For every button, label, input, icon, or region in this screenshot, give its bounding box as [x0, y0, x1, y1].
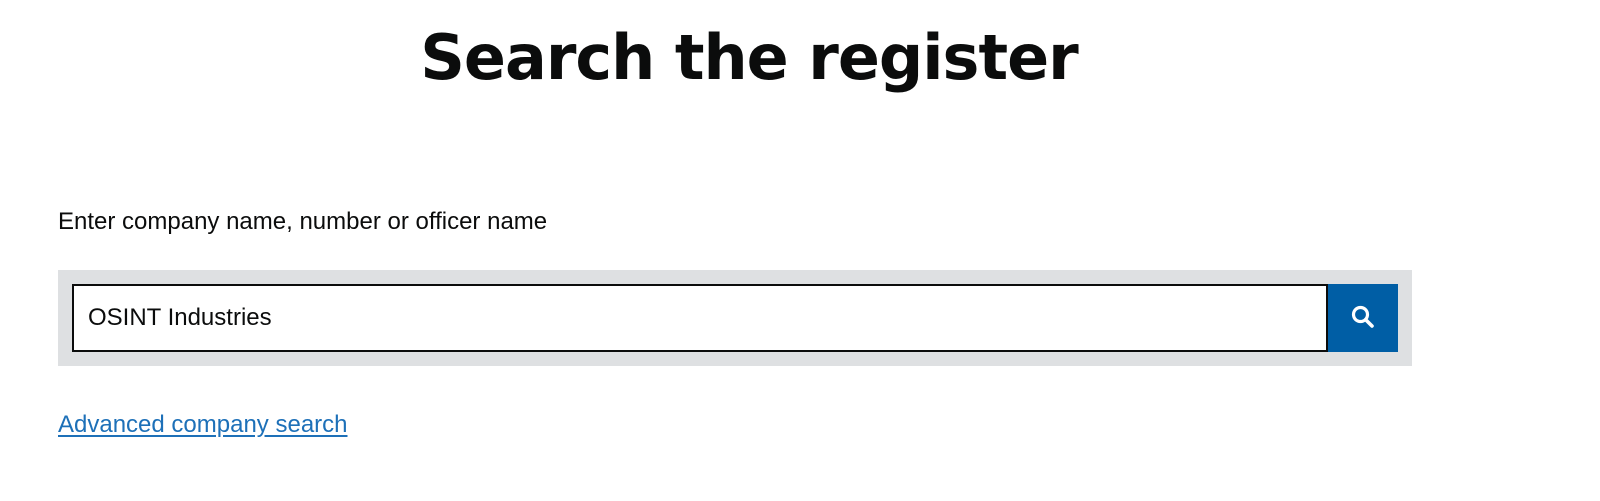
search-button[interactable]	[1328, 284, 1398, 352]
search-input[interactable]	[72, 284, 1328, 352]
search-panel	[58, 270, 1412, 366]
page-title: Search the register	[420, 21, 1078, 94]
advanced-company-search-link[interactable]: Advanced company search	[58, 408, 348, 442]
search-label: Enter company name, number or officer na…	[58, 208, 548, 235]
search-icon	[1350, 304, 1376, 333]
